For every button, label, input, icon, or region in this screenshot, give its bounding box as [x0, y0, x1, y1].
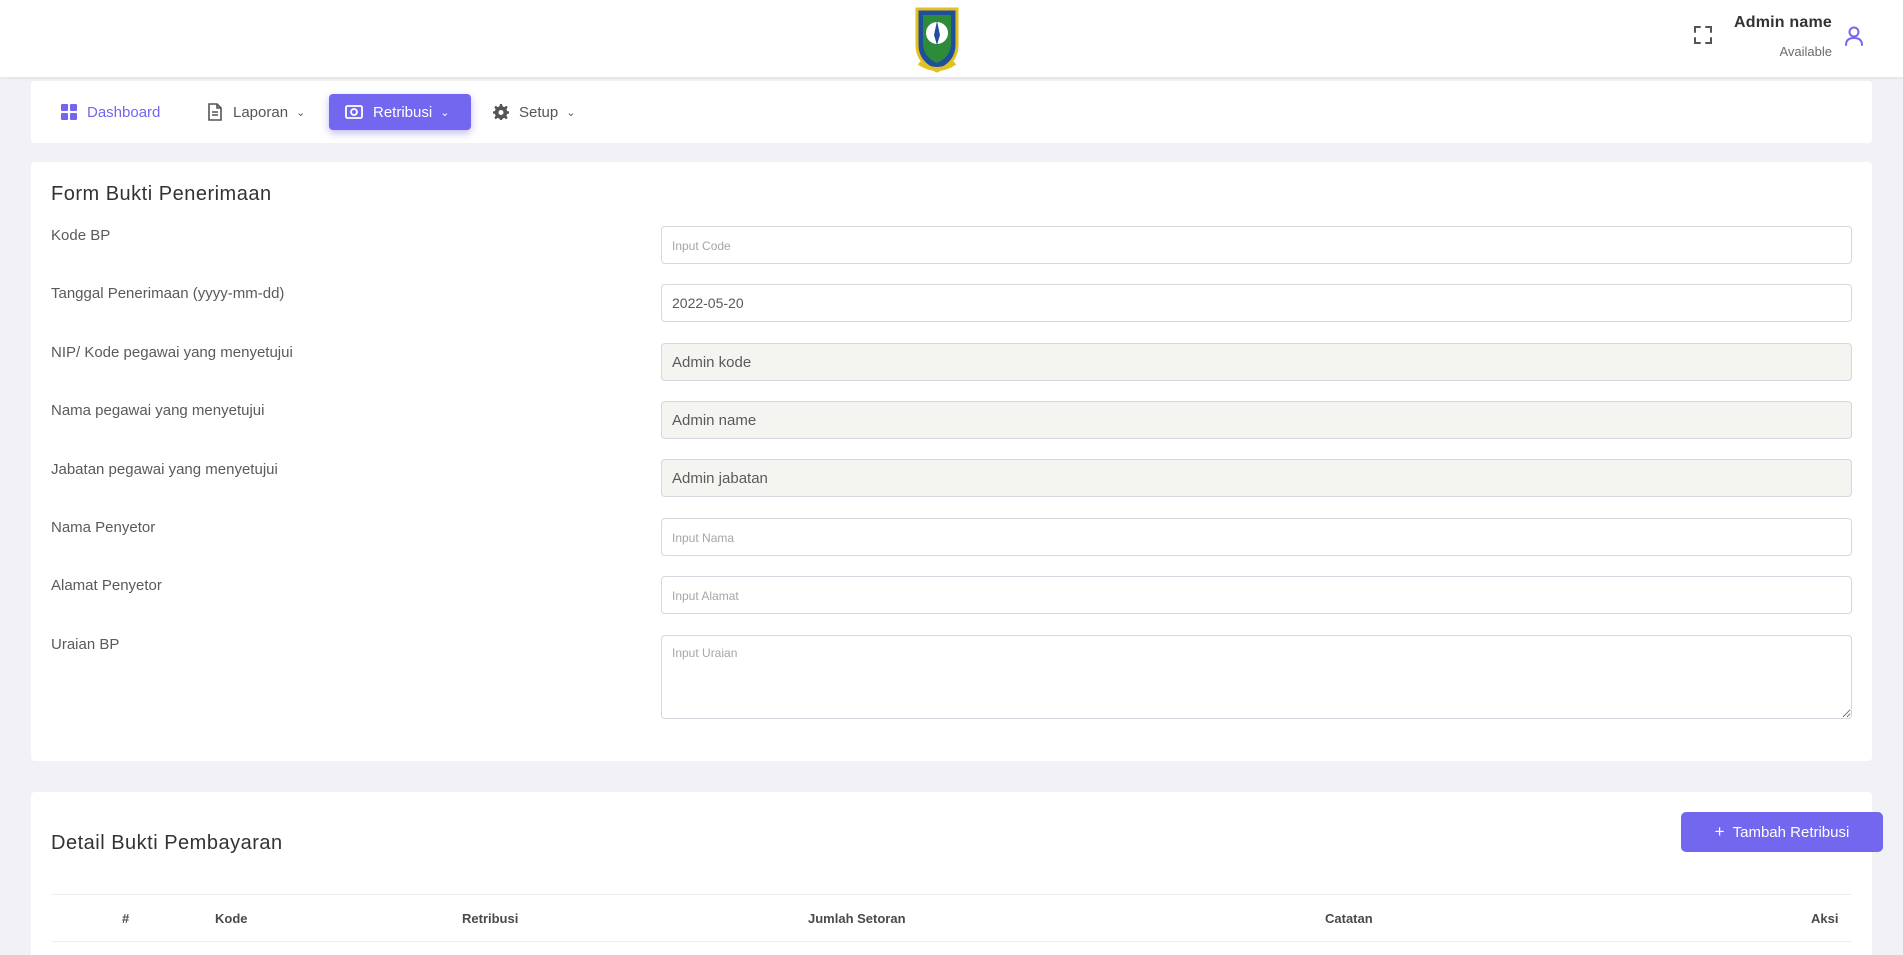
detail-card: Detail Bukti Pembayaran + Tambah Retribu…: [31, 792, 1883, 955]
field-label-uraian: Uraian BP: [51, 636, 120, 653]
table-header: # Kode Retribusi Jumlah Setoran Catatan …: [51, 894, 1852, 942]
user-info[interactable]: Admin name Available: [1734, 14, 1832, 59]
column-header-jumlah-setoran: Jumlah Setoran: [808, 911, 906, 926]
field-label-nama-pegawai: Nama pegawai yang menyetujui: [51, 402, 265, 419]
form-title: Form Bukti Penerimaan: [51, 183, 272, 205]
top-header: Admin name Available: [0, 0, 1903, 77]
nav-dashboard-label: Dashboard: [87, 103, 161, 121]
regional-emblem-logo: [915, 7, 959, 73]
field-label-tanggal: Tanggal Penerimaan (yyyy-mm-dd): [51, 285, 285, 302]
grid-icon: [61, 104, 77, 120]
plus-icon: +: [1714, 822, 1725, 841]
nav-retribusi-label: Retribusi: [373, 103, 433, 121]
nama-pegawai-input: [661, 401, 1852, 439]
chevron-down-icon: ⌄: [440, 106, 450, 119]
alamat-penyetor-input[interactable]: [661, 576, 1852, 614]
fullscreen-toggle-button[interactable]: [1690, 22, 1716, 48]
nav-retribusi[interactable]: Retribusi ⌄: [329, 94, 471, 130]
money-icon: [345, 105, 363, 119]
nav-dashboard[interactable]: Dashboard: [45, 94, 176, 130]
user-status: Available: [1779, 44, 1832, 59]
nama-penyetor-input[interactable]: [661, 518, 1852, 556]
field-label-nama-penyetor: Nama Penyetor: [51, 519, 156, 536]
form-card: Form Bukti Penerimaan Kode BP Tanggal Pe…: [31, 162, 1872, 761]
column-header-retribusi: Retribusi: [462, 911, 519, 926]
nip-pegawai-input: [661, 343, 1852, 381]
document-icon: [208, 103, 222, 121]
column-header-kode: Kode: [215, 911, 248, 926]
chevron-down-icon: ⌄: [296, 106, 306, 119]
uraian-bp-textarea[interactable]: [661, 635, 1852, 719]
nav-laporan[interactable]: Laporan ⌄: [191, 94, 321, 130]
column-header-catatan: Catatan: [1325, 911, 1373, 926]
nav-setup-label: Setup: [519, 103, 559, 121]
user-icon[interactable]: [1843, 25, 1865, 47]
nav-setup[interactable]: Setup ⌄: [477, 94, 591, 130]
chevron-down-icon: ⌄: [566, 106, 576, 119]
column-header-index: #: [122, 911, 130, 926]
user-name: Admin name: [1733, 14, 1832, 31]
field-label-alamat: Alamat Penyetor: [51, 577, 162, 594]
add-retribusi-label: Tambah Retribusi: [1732, 823, 1850, 841]
kode-bp-input[interactable]: [661, 226, 1852, 264]
main-nav: Dashboard Laporan ⌄ Retribusi ⌄ Setup ⌄: [31, 81, 1872, 143]
jabatan-pegawai-input: [661, 459, 1852, 497]
field-label-nip: NIP/ Kode pegawai yang menyetujui: [51, 344, 293, 361]
column-header-aksi: Aksi: [1811, 911, 1839, 926]
gear-icon: [493, 104, 509, 120]
detail-title: Detail Bukti Pembayaran: [51, 832, 283, 854]
field-label-jabatan: Jabatan pegawai yang menyetujui: [51, 461, 278, 478]
tanggal-penerimaan-input[interactable]: [661, 284, 1852, 322]
add-retribusi-button[interactable]: + Tambah Retribusi: [1681, 812, 1883, 852]
field-label-kode-bp: Kode BP: [51, 227, 111, 244]
expand-icon: [1694, 26, 1712, 44]
nav-laporan-label: Laporan: [233, 103, 289, 121]
